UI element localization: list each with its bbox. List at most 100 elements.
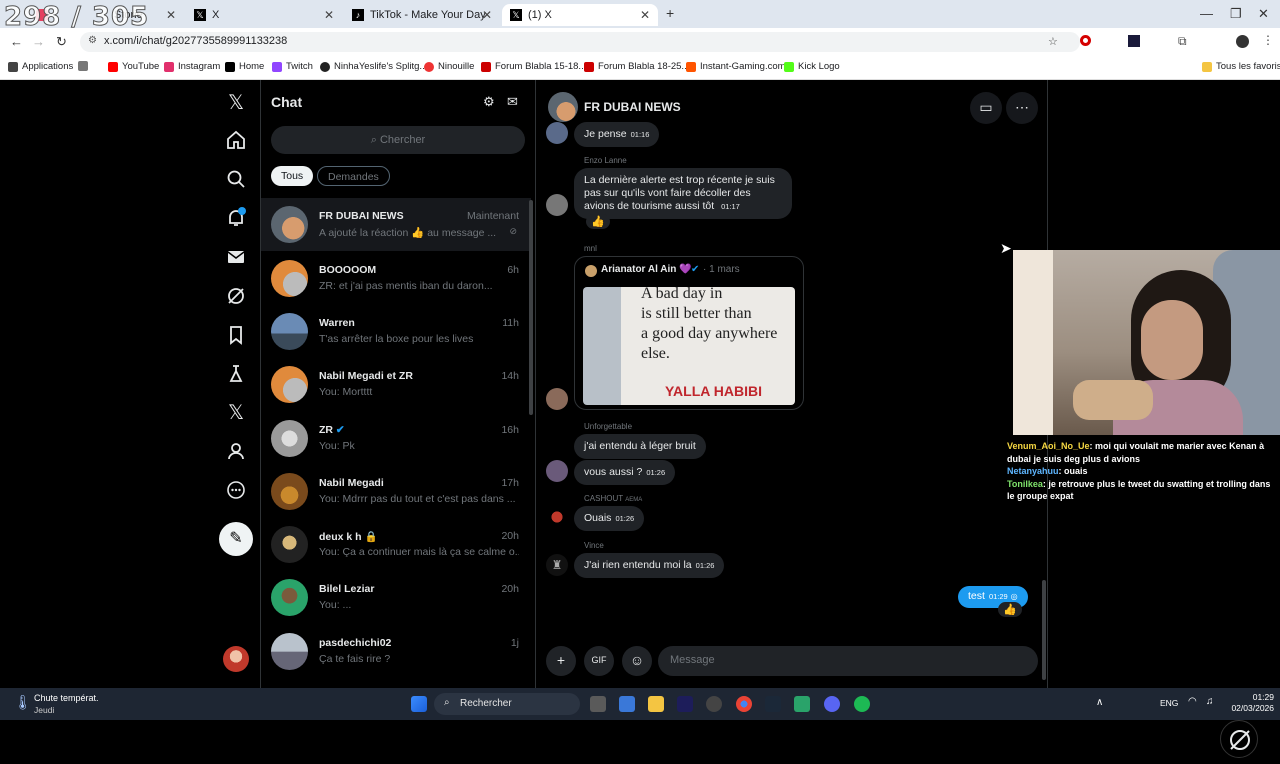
bookmark-ninouille[interactable]: Ninouille: [424, 61, 474, 72]
tab-tiktok[interactable]: ♪ TikTok - Make Your Day ✕: [344, 4, 500, 26]
discord-icon[interactable]: [824, 696, 840, 712]
bookmark-home[interactable]: Home: [225, 61, 264, 72]
bookmark-youtube[interactable]: YouTube: [108, 61, 159, 72]
message-input[interactable]: Message: [658, 646, 1038, 676]
tab-x[interactable]: 𝕏 X ✕: [186, 4, 342, 26]
account-avatar[interactable]: [223, 646, 249, 672]
app-icon[interactable]: [619, 696, 635, 712]
file-explorer-icon[interactable]: [648, 696, 664, 712]
quoted-post-card[interactable]: Arianator Al Ain 💜 ✔ · 1 mars A bad day …: [574, 256, 804, 410]
steam-icon[interactable]: [765, 696, 781, 712]
obs-icon[interactable]: [706, 696, 722, 712]
profile-icon[interactable]: [224, 439, 248, 463]
conversation-title[interactable]: FR DUBAI NEWS: [584, 100, 681, 114]
url-field[interactable]: ⚙ x.com/i/chat/g2027735589991133238: [80, 32, 1080, 52]
bookmark-star-icon[interactable]: ☆: [1048, 35, 1058, 48]
reload-icon[interactable]: ↻: [56, 34, 67, 50]
filter-all[interactable]: Tous: [271, 166, 314, 186]
conversation-item[interactable]: deux k h 🔒 20h You: Ça a continuer mais …: [261, 518, 531, 571]
more-options-icon[interactable]: ⋯: [1006, 92, 1038, 124]
add-attachment-icon[interactable]: +: [546, 646, 576, 676]
close-tab-icon[interactable]: ✕: [482, 8, 492, 22]
search-input[interactable]: ⌕ Chercher: [271, 126, 525, 154]
bookmarks-icon[interactable]: [224, 323, 248, 347]
conversation-item[interactable]: Nabil Megadi 17h You: Mdrrr pas du tout …: [261, 465, 531, 518]
chat-scrollbar[interactable]: [1042, 580, 1046, 680]
wifi-icon[interactable]: ◠: [1188, 696, 1197, 707]
bookmark-applications[interactable]: Applications: [8, 61, 73, 72]
conversation-item[interactable]: Warren 11h T'as arrêter la boxe pour les…: [261, 305, 531, 358]
extension-icon[interactable]: [1128, 35, 1140, 47]
back-icon[interactable]: ←: [10, 34, 23, 49]
minimize-icon[interactable]: —: [1200, 6, 1213, 21]
spotify-icon[interactable]: [854, 696, 870, 712]
settings-gear-icon[interactable]: ⚙: [483, 94, 495, 110]
filter-requests[interactable]: Demandes: [317, 166, 390, 186]
premium-icon[interactable]: 𝕏: [224, 400, 248, 424]
conversation-item[interactable]: BOOOOOM 6h ZR: et j'ai pas mentis iban d…: [261, 252, 531, 305]
menu-icon[interactable]: ⋮: [1262, 33, 1274, 47]
video-call-icon[interactable]: ▭: [970, 92, 1002, 124]
conversation-item[interactable]: ZR ✔ 16h You: Pk: [261, 412, 531, 465]
bookmark-twitch[interactable]: Twitch: [272, 61, 313, 72]
site-icon: [424, 61, 434, 72]
bookmark-splitgate[interactable]: NinhaYeslife's Splitg...: [320, 61, 427, 72]
bookmark-forum-18-25[interactable]: Forum Blabla 18-25...: [584, 61, 689, 72]
close-tab-icon[interactable]: ✕: [324, 8, 334, 22]
opera-extension-icon[interactable]: [1080, 35, 1091, 46]
reaction-badge[interactable]: 👍: [998, 602, 1022, 617]
x-logo-icon: [225, 61, 235, 72]
chrome-icon[interactable]: [736, 696, 752, 712]
group-avatar[interactable]: [548, 92, 578, 122]
conversation-item[interactable]: FR DUBAI NEWS Maintenant A ajouté la réa…: [261, 198, 531, 251]
home-icon[interactable]: [224, 128, 248, 152]
bookmark-forum-15-18[interactable]: Forum Blabla 15-18...: [481, 61, 586, 72]
notifications-icon[interactable]: [224, 206, 248, 230]
new-message-icon[interactable]: ✉: [507, 94, 518, 110]
tab-x-active[interactable]: 𝕏 (1) X ✕: [502, 4, 658, 26]
clock[interactable]: 01:29 02/03/2026: [1231, 692, 1274, 714]
x-logo-icon[interactable]: 𝕏: [224, 90, 248, 114]
apps-grid-icon: [8, 61, 18, 72]
maximize-icon[interactable]: ❐: [1230, 6, 1242, 22]
conversation-item[interactable]: Nabil Megadi et ZR 14h You: Mortttt: [261, 358, 531, 411]
site-info-icon[interactable]: ⚙: [88, 35, 97, 46]
new-tab-icon[interactable]: +: [666, 5, 674, 21]
avatar: ♜: [546, 554, 568, 576]
profile-avatar[interactable]: [1236, 35, 1249, 48]
language-indicator[interactable]: ENG: [1160, 698, 1178, 708]
weather-title[interactable]: Chute températ.: [34, 693, 99, 703]
windows-taskbar: 🌡 Chute températ. Jeudi ⌕ Rechercher ∧ EN…: [0, 688, 1280, 720]
search-icon[interactable]: [224, 167, 248, 191]
all-favorites[interactable]: Tous les favoris: [1202, 61, 1280, 72]
taskbar-search[interactable]: ⌕ Rechercher: [434, 693, 580, 715]
conversation-item[interactable]: pasdechichi02 1j Ça te fais rire ?: [261, 625, 531, 678]
close-tab-icon[interactable]: ✕: [166, 8, 176, 22]
bookmark-grid[interactable]: [78, 61, 92, 71]
close-window-icon[interactable]: ✕: [1258, 6, 1269, 22]
grok-floating-button[interactable]: [1220, 720, 1258, 758]
conversation-item[interactable]: Bilel Leziar 20h You: ...: [261, 571, 531, 624]
volume-icon[interactable]: ♫: [1206, 696, 1214, 707]
messages-icon[interactable]: [224, 245, 248, 269]
tray-chevron-icon[interactable]: ∧: [1096, 697, 1103, 708]
app-icon[interactable]: [794, 696, 810, 712]
emoji-icon[interactable]: ☺: [622, 646, 652, 676]
list-scrollbar[interactable]: [529, 200, 533, 415]
bookmark-kick[interactable]: Kick Logo: [784, 61, 840, 72]
extensions-puzzle-icon[interactable]: ⧉: [1178, 34, 1187, 49]
close-tab-icon[interactable]: ✕: [640, 8, 650, 22]
reaction-badge[interactable]: 👍: [586, 214, 610, 229]
more-icon[interactable]: [224, 478, 248, 502]
bookmark-instagram[interactable]: Instagram: [164, 61, 220, 72]
quoted-image[interactable]: A bad day in is still better than a good…: [583, 287, 795, 405]
compose-post-button[interactable]: ✎: [219, 522, 253, 556]
gif-icon[interactable]: GIF: [584, 646, 614, 676]
task-view-icon[interactable]: [590, 696, 606, 712]
grok-icon[interactable]: [224, 284, 248, 308]
bookmark-instant-gaming[interactable]: Instant-Gaming.com: [686, 61, 786, 72]
windows-start-icon[interactable]: [411, 696, 427, 712]
forward-icon[interactable]: →: [32, 34, 45, 49]
jobs-icon[interactable]: [224, 362, 248, 386]
premiere-icon[interactable]: [677, 696, 693, 712]
